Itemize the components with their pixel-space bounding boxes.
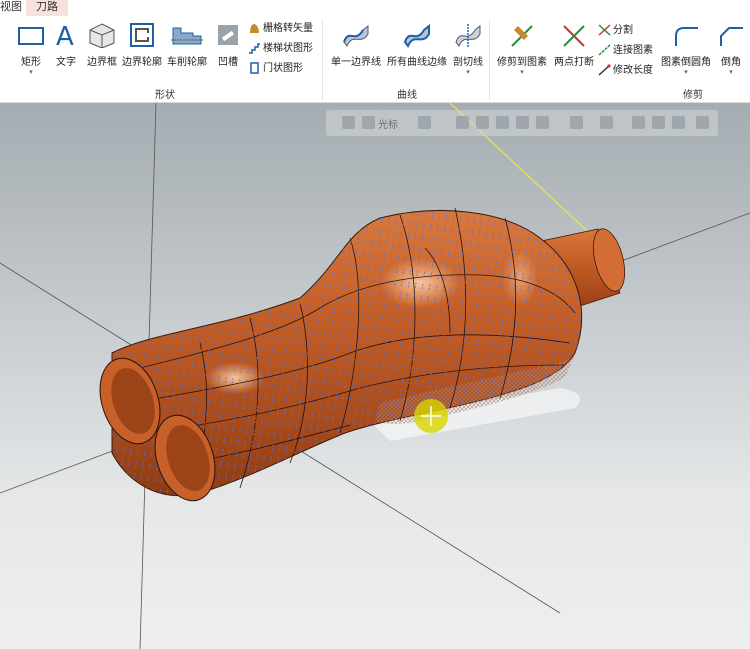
lock-icon[interactable] — [342, 116, 355, 129]
rectangle-button[interactable]: 矩形 ▾ — [14, 22, 48, 76]
filter-icon[interactable] — [570, 116, 583, 129]
stair-shape-button[interactable]: 楼梯状图形 — [248, 42, 313, 56]
chamfer-label: 倒角 — [721, 57, 741, 68]
tab-toolpaths[interactable]: 刀路 — [26, 0, 68, 16]
stair-shape-label: 楼梯状图形 — [263, 43, 313, 54]
single-edge-curve-button[interactable]: 单一边界线 — [330, 22, 382, 68]
bounding-box-label: 边界框 — [87, 57, 117, 68]
raster-to-vector-button[interactable]: 栅格转矢量 — [248, 22, 313, 36]
fillet-entities-button[interactable]: 图素倒圆角 ▾ — [660, 22, 712, 76]
divide-label: 分割 — [613, 25, 633, 36]
door-shape-button[interactable]: 门状图形 — [248, 62, 303, 76]
section-curve-button[interactable]: 剖切线 ▾ — [450, 22, 486, 76]
chevron-down-icon: ▾ — [466, 68, 470, 76]
svg-text:A: A — [56, 22, 74, 48]
tab-view[interactable]: 视图 — [0, 0, 22, 16]
group-divider — [489, 20, 490, 100]
select-mode-icon[interactable] — [516, 116, 529, 129]
boundary-outline-label: 边界轮廓 — [122, 57, 162, 68]
trim-to-entity-icon — [511, 25, 533, 47]
grid-select-icon[interactable] — [600, 116, 613, 129]
rectangle-label: 矩形 — [21, 57, 41, 68]
trim-to-entity-label: 修剪到图素 — [497, 57, 547, 68]
floating-selection-toolbar[interactable]: 光标 — [326, 110, 718, 136]
text-button[interactable]: A 文字 — [52, 22, 80, 68]
single-edge-curve-label: 单一边界线 — [331, 57, 381, 68]
door-shape-label: 门状图形 — [263, 63, 303, 74]
break-two-points-label: 两点打断 — [554, 57, 594, 68]
divide-icon — [598, 24, 611, 36]
rectangle-icon — [18, 27, 44, 45]
chevron-down-icon: ▾ — [729, 68, 733, 76]
cursor-mode-label: 光标 — [378, 120, 398, 131]
turn-profile-icon — [171, 27, 203, 45]
modify-length-button[interactable]: 修改长度 — [598, 64, 653, 78]
door-shape-icon — [250, 62, 259, 74]
groove-button[interactable]: 凹槽 — [214, 22, 242, 68]
fillet-entities-icon — [675, 27, 698, 46]
trim-to-entity-button[interactable]: 修剪到图素 ▾ — [494, 22, 550, 76]
boundary-outline-button[interactable]: 边界轮廓 — [122, 22, 162, 68]
section-curve-icon — [455, 24, 481, 48]
ribbon: 矩形 ▾ A 文字 边界框 边界轮廓 车削轮廓 凹槽 栅格转矢量 楼梯状图形 门… — [0, 16, 750, 103]
chamfer-icon — [720, 27, 743, 46]
bounding-box-button[interactable]: 边界框 — [84, 22, 120, 68]
group-divider — [322, 20, 323, 100]
refresh-icon[interactable] — [672, 116, 685, 129]
join-entities-icon — [598, 44, 611, 56]
modify-length-label: 修改长度 — [613, 65, 653, 76]
select-arrow-icon[interactable] — [456, 116, 469, 129]
bounding-box-icon — [89, 23, 115, 48]
part-scene — [0, 103, 750, 649]
single-edge-curve-icon — [343, 24, 369, 47]
turn-profile-label: 车削轮廓 — [167, 57, 207, 68]
chamfer-button[interactable]: 倒角 ▾ — [714, 22, 748, 76]
group-label-curves: 曲线 — [397, 90, 417, 101]
group-label-shapes: 形状 — [155, 90, 175, 101]
modify-length-icon — [598, 64, 611, 76]
divide-button[interactable]: 分割 — [598, 24, 633, 38]
chevron-down-icon: ▾ — [520, 68, 524, 76]
rotate-icon[interactable] — [652, 116, 665, 129]
raster-to-vector-label: 栅格转矢量 — [263, 23, 313, 34]
graphics-viewport[interactable]: 光标 — [0, 103, 750, 649]
break-two-points-button[interactable]: 两点打断 — [552, 22, 596, 68]
section-curve-label: 剖切线 — [453, 57, 483, 68]
group-label-trim: 修剪 — [683, 90, 703, 101]
text-label: 文字 — [56, 57, 76, 68]
break-two-points-icon — [563, 25, 585, 47]
snap-icon[interactable] — [418, 116, 431, 129]
select-mode-icon[interactable] — [536, 116, 549, 129]
raster-to-vector-icon — [250, 24, 259, 33]
chevron-down-icon: ▾ — [29, 68, 33, 76]
join-entities-button[interactable]: 连接图素 — [598, 44, 653, 58]
text-icon: A — [56, 22, 74, 48]
groove-icon — [218, 25, 238, 45]
turn-profile-button[interactable]: 车削轮廓 — [166, 22, 208, 68]
groove-label: 凹槽 — [218, 57, 238, 68]
undo-selection-icon[interactable] — [696, 116, 709, 129]
all-curve-edges-label: 所有曲线边缘 — [387, 57, 447, 68]
select-mode-icon[interactable] — [476, 116, 489, 129]
cursor-mode-icon[interactable] — [362, 116, 375, 129]
ribbon-tab-bar: 视图 刀路 — [0, 0, 750, 16]
stair-shape-icon — [249, 43, 260, 54]
all-curve-edges-button[interactable]: 所有曲线边缘 — [386, 22, 448, 68]
chevron-down-icon: ▾ — [684, 68, 688, 76]
view-cube-icon[interactable] — [632, 116, 645, 129]
join-entities-label: 连接图素 — [613, 45, 653, 56]
all-curve-edges-icon — [403, 23, 430, 48]
select-mode-icon[interactable] — [496, 116, 509, 129]
fillet-entities-label: 图素倒圆角 — [661, 57, 711, 68]
boundary-outline-icon — [130, 23, 154, 47]
